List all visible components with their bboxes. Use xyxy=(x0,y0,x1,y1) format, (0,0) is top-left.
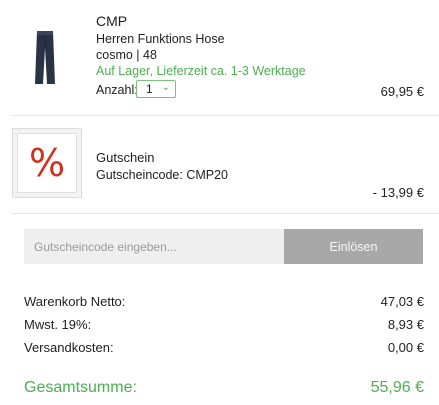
coupon-code-input[interactable] xyxy=(24,229,284,264)
divider xyxy=(12,213,439,214)
chevron-down-icon: ⌄ xyxy=(161,82,170,93)
product-image[interactable] xyxy=(30,30,60,86)
percent-icon: % xyxy=(17,133,77,193)
stock-status: Auf Lager, Lieferzeit ca. 1-3 Werktage xyxy=(96,64,306,78)
voucher-title: Gutschein xyxy=(96,150,155,165)
tax-value: 8,93 € xyxy=(387,317,424,332)
net-label: Warenkorb Netto: xyxy=(24,294,126,309)
tax-label: Mwst. 19%: xyxy=(24,317,92,332)
voucher-amount: - 13,99 € xyxy=(372,185,424,200)
total-value: 55,96 € xyxy=(370,379,424,396)
product-name[interactable]: Herren Funktions Hose xyxy=(96,32,225,46)
redeem-button[interactable]: Einlösen xyxy=(284,229,423,264)
shipping-value: 0,00 € xyxy=(387,340,424,355)
pants-icon xyxy=(35,31,55,84)
product-price: 69,95 € xyxy=(380,84,424,99)
voucher-code: Gutscheincode: CMP20 xyxy=(96,168,229,182)
quantity-value: 1 xyxy=(146,82,153,96)
product-variant: cosmo | 48 xyxy=(96,48,157,62)
voucher-image: % xyxy=(12,128,82,198)
quantity-select[interactable]: 1 ⌄ xyxy=(136,80,176,98)
shipping-label: Versandkosten: xyxy=(24,340,114,355)
divider xyxy=(12,115,439,116)
quantity-label: Anzahl: xyxy=(96,83,138,97)
product-brand[interactable]: CMP xyxy=(96,13,127,29)
net-value: 47,03 € xyxy=(380,294,424,309)
total-label: Gesamtsumme: xyxy=(24,379,137,396)
